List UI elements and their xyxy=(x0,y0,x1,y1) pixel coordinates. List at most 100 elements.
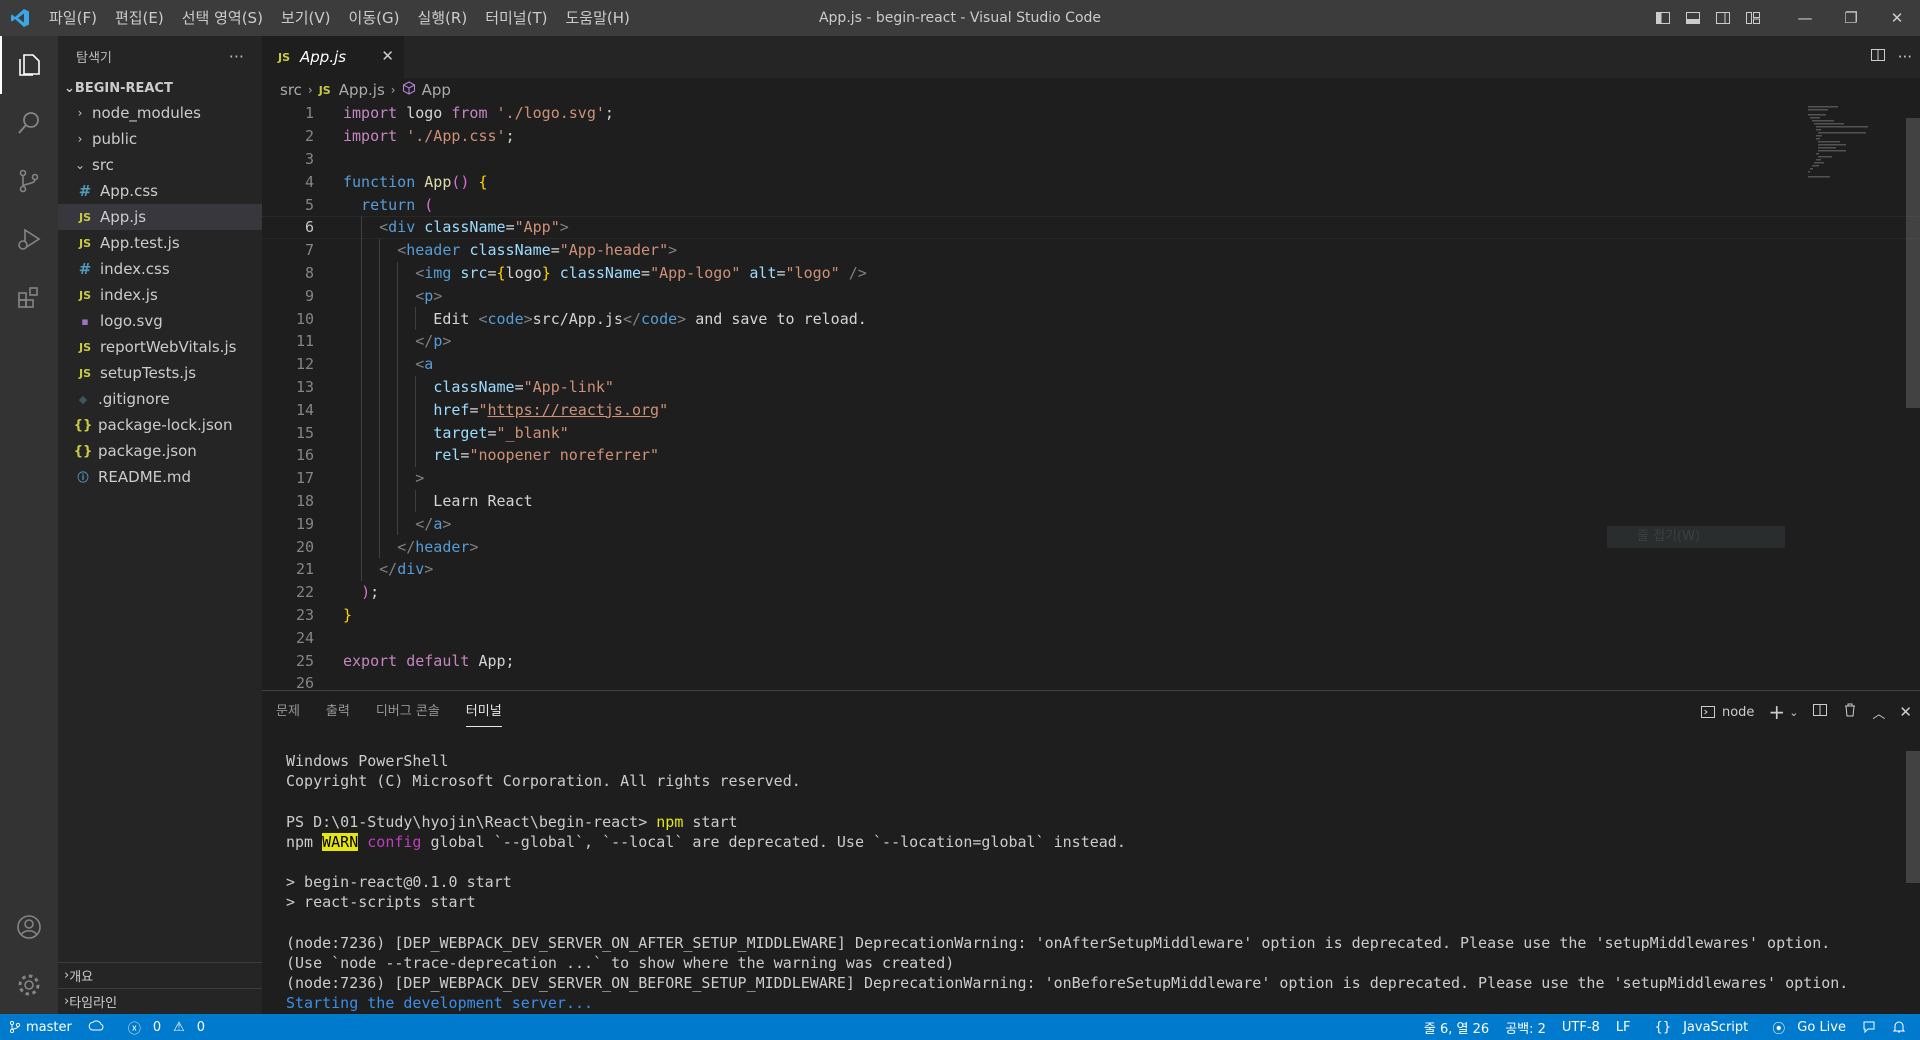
go-live-button[interactable]: ⦿ Go Live xyxy=(1764,1018,1846,1037)
code-line: 15 target="_blank" xyxy=(262,421,1920,444)
tree-item-src[interactable]: ⌄ src xyxy=(58,152,262,178)
editor-more-actions-icon[interactable]: ··· xyxy=(1898,48,1912,66)
branch-status[interactable]: master xyxy=(8,1020,72,1035)
account-icon[interactable] xyxy=(0,898,58,956)
restore-button[interactable]: ❐ xyxy=(1828,0,1874,36)
editor-scrollbar[interactable] xyxy=(1906,118,1920,408)
notifications-bell-icon[interactable] xyxy=(1892,1020,1906,1034)
terminal-line: (node:7236) [DEP_WEBPACK_DEV_SERVER_ON_B… xyxy=(286,974,1849,993)
feedback-icon[interactable] xyxy=(1862,1020,1876,1034)
cursor-position[interactable]: 줄 6, 열 26 xyxy=(1424,1018,1489,1037)
code-text: </header> xyxy=(397,537,479,556)
encoding[interactable]: UTF-8 xyxy=(1562,1020,1600,1035)
code-text: ); xyxy=(361,583,380,602)
tree-item-index-css[interactable]: # index.css xyxy=(58,256,262,282)
toggle-panel-icon[interactable] xyxy=(1678,0,1708,36)
minimize-button[interactable]: — xyxy=(1782,0,1828,36)
menu-selection[interactable]: 선택 영역(S) xyxy=(173,0,272,36)
tab-problems[interactable]: 문제 xyxy=(276,691,300,733)
indentation[interactable]: 공백: 2 xyxy=(1505,1018,1546,1037)
split-terminal-icon[interactable] xyxy=(1812,702,1828,722)
menu-go[interactable]: 이동(G) xyxy=(340,0,409,36)
tree-item-gitignore[interactable]: ◆ .gitignore xyxy=(58,386,262,412)
run-debug-icon[interactable] xyxy=(0,210,58,268)
maximize-panel-icon[interactable]: ︿ xyxy=(1872,703,1885,722)
sync-icon[interactable] xyxy=(88,1020,104,1034)
menu-view[interactable]: 보기(V) xyxy=(272,0,340,36)
tree-item-label: App.test.js xyxy=(100,234,180,252)
tree-item-reportwebvitals-js[interactable]: JS reportWebVitals.js xyxy=(58,334,262,360)
tab-app-js[interactable]: JS App.js ✕ xyxy=(262,36,404,78)
search-icon[interactable] xyxy=(0,94,58,152)
terminal-line: Copyright (C) Microsoft Corporation. All… xyxy=(286,772,801,791)
tree-item-node-modules[interactable]: › node_modules xyxy=(58,100,262,126)
language-mode[interactable]: {} JavaScript xyxy=(1647,1020,1749,1035)
tree-item-public[interactable]: › public xyxy=(58,126,262,152)
tree-item-label: public xyxy=(92,130,138,148)
customize-layout-icon[interactable] xyxy=(1738,0,1768,36)
menu-terminal[interactable]: 터미널(T) xyxy=(476,0,556,36)
tree-item-package-json[interactable]: {} package.json xyxy=(58,438,262,464)
code-text: <div className="App"> xyxy=(379,218,569,237)
close-panel-icon[interactable]: ✕ xyxy=(1899,703,1912,721)
close-window-button[interactable]: ✕ xyxy=(1874,0,1920,36)
project-root[interactable]: ⌄ BEGIN-REACT xyxy=(58,76,262,100)
split-editor-icon[interactable] xyxy=(1870,47,1886,67)
line-number: 3 xyxy=(304,149,314,168)
source-control-icon[interactable] xyxy=(0,152,58,210)
line-number: 2 xyxy=(304,127,314,146)
timeline-section[interactable]: › 타임라인 xyxy=(58,988,262,1014)
menu-file[interactable]: 파일(F) xyxy=(40,0,106,36)
tree-item-logo-svg[interactable]: ▪ logo.svg xyxy=(58,308,262,334)
problems-status[interactable]: ⓧ 0 ⚠ 0 xyxy=(120,1018,205,1037)
settings-gear-icon[interactable] xyxy=(0,956,58,1014)
tree-item-index-js[interactable]: JS index.js xyxy=(58,282,262,308)
tree-item-readme-md[interactable]: ⓘ README.md xyxy=(58,464,262,490)
tree-item-package-lock-json[interactable]: {} package-lock.json xyxy=(58,412,262,438)
error-icon: ⓧ xyxy=(127,1021,141,1037)
trash-icon[interactable] xyxy=(1842,702,1858,722)
toggle-primary-sidebar-icon[interactable] xyxy=(1648,0,1678,36)
outline-section[interactable]: › 개요 xyxy=(58,962,262,988)
terminal-icon xyxy=(1700,706,1715,718)
code-text: rel="noopener noreferrer" xyxy=(433,446,660,465)
menu-help[interactable]: 도움말(H) xyxy=(556,0,638,36)
breadcrumb-symbol[interactable]: App xyxy=(422,81,451,99)
tree-item-setuptests-js[interactable]: JS setupTests.js xyxy=(58,360,262,386)
line-number: 17 xyxy=(295,469,314,488)
tab-output[interactable]: 출력 xyxy=(326,691,350,733)
code-line: 2 import './App.css'; xyxy=(262,125,1920,148)
tab-debug-console[interactable]: 디버그 콘솔 xyxy=(376,691,440,733)
explorer-icon[interactable] xyxy=(0,36,58,94)
end-of-line[interactable]: LF xyxy=(1616,1020,1631,1035)
minimap[interactable] xyxy=(1806,102,1906,202)
file-tree: › node_modules › public ⌄ src # App.css JS App.js… xyxy=(58,100,262,490)
breadcrumb-folder[interactable]: src xyxy=(280,81,302,99)
new-terminal-icon[interactable]: + xyxy=(1768,702,1785,722)
js-file-icon: JS xyxy=(78,366,91,380)
breadcrumb-file[interactable]: App.js xyxy=(339,81,385,99)
close-tab-icon[interactable]: ✕ xyxy=(381,47,394,65)
terminal-selector[interactable]: node xyxy=(1700,704,1754,720)
menu-edit[interactable]: 편집(E) xyxy=(106,0,173,36)
toggle-secondary-sidebar-icon[interactable] xyxy=(1708,0,1738,36)
chevron-down-icon[interactable]: ⌄ xyxy=(1789,706,1798,719)
terminal-output[interactable]: Windows PowerShell Copyright (C) Microsof… xyxy=(286,751,1848,1013)
fold-hint: 줄 접기(W) xyxy=(1607,526,1785,548)
menu-run[interactable]: 실행(R) xyxy=(408,0,476,36)
more-actions-icon[interactable]: ··· xyxy=(229,47,244,66)
code-editor[interactable]: 1 import logo from './logo.svg'; 2 import '… xyxy=(262,102,1920,690)
line-number: 26 xyxy=(295,674,314,690)
code-text: function App() { xyxy=(343,172,488,191)
tree-item-app-test-js[interactable]: JS App.test.js xyxy=(58,230,262,256)
tree-item-app-css[interactable]: # App.css xyxy=(58,178,262,204)
terminal-line: Starting the development server... xyxy=(286,994,594,1013)
tab-terminal[interactable]: 터미널 xyxy=(465,691,502,733)
chevron-right-icon: › xyxy=(77,132,83,146)
tree-item-app-js[interactable]: JS App.js xyxy=(58,204,262,230)
terminal-scrollbar[interactable] xyxy=(1906,751,1920,883)
extensions-icon[interactable] xyxy=(0,268,58,326)
line-number: 22 xyxy=(295,583,314,602)
